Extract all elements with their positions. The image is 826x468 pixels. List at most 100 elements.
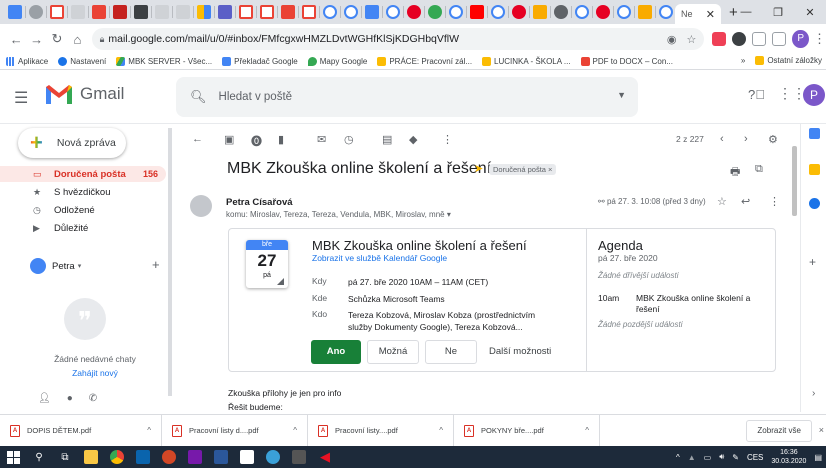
taskbar-word-icon[interactable] xyxy=(208,446,234,468)
tab-favicon-circle[interactable] xyxy=(428,5,442,19)
older-icon[interactable]: › xyxy=(744,133,748,145)
report-spam-icon[interactable]: ⓿ xyxy=(251,133,262,149)
taskbar-arrow-app-icon[interactable]: ◀ xyxy=(312,446,338,468)
forward-icon[interactable]: → xyxy=(26,32,46,47)
active-tab[interactable]: Ne ✕ xyxy=(675,4,721,24)
content-scrollbar[interactable] xyxy=(792,146,797,216)
taskbar-chrome-icon[interactable] xyxy=(104,446,130,468)
get-addons-plus-icon[interactable]: + xyxy=(809,255,816,269)
bookmark-settings[interactable]: Nastavení xyxy=(58,57,106,66)
account-avatar[interactable]: P xyxy=(803,84,825,106)
tab-favicon-minus[interactable] xyxy=(260,5,274,19)
rsvp-yes-button[interactable]: Ano xyxy=(311,340,361,364)
recipients-line[interactable]: komu: Miroslav, Tereza, Tereza, Vendula,… xyxy=(226,210,451,219)
archive-icon[interactable]: ▣ xyxy=(224,133,234,146)
phone-icon[interactable]: ✆ xyxy=(89,393,97,404)
tab-favicon-minus[interactable] xyxy=(239,5,253,19)
tab-favicon-pinterest[interactable] xyxy=(596,5,610,19)
bookmarks-more-icon[interactable]: » xyxy=(741,56,745,65)
show-all-downloads-button[interactable]: Zobrazit vše xyxy=(746,420,812,442)
site-info-icon[interactable]: ◉ xyxy=(667,33,677,46)
reload-icon[interactable]: ↻ xyxy=(47,31,67,47)
tab-close-icon[interactable]: ✕ xyxy=(706,8,715,21)
more-actions-icon[interactable]: ⋮ xyxy=(442,133,453,146)
lock-icon[interactable]: 🔒︎ xyxy=(100,34,105,45)
minimize-icon[interactable]: — xyxy=(730,6,762,18)
tab-favicon-google[interactable] xyxy=(449,5,463,19)
pen-icon[interactable]: ✎ xyxy=(732,453,739,462)
tab-favicon-minus[interactable] xyxy=(302,5,316,19)
bookmark-star-icon[interactable]: ☆ xyxy=(686,33,696,46)
snooze-icon[interactable]: ◷ xyxy=(344,133,354,146)
help-icon[interactable]: ?⃝ xyxy=(748,87,765,102)
move-to-icon[interactable]: ▤ xyxy=(382,133,392,146)
tab-favicon-pinterest[interactable] xyxy=(407,5,421,19)
volume-icon[interactable]: 🔊︎ xyxy=(719,452,724,462)
inbox-label-chip[interactable]: Doručená pošta × xyxy=(489,164,557,175)
expand-panel-icon[interactable]: › xyxy=(812,388,815,399)
download-item[interactable]: A Pracovní listy d....pdf ^ xyxy=(162,414,308,447)
search-options-icon[interactable]: ▼ xyxy=(617,90,626,100)
chevron-up-icon[interactable]: ^ xyxy=(439,426,443,435)
task-view-icon[interactable]: ⧉ xyxy=(52,446,78,468)
start-button[interactable] xyxy=(0,446,26,468)
chevron-up-icon[interactable]: ^ xyxy=(293,426,297,435)
search-bar[interactable]: 🔍︎ Hledat v poště ▼ xyxy=(176,77,638,117)
restore-icon[interactable]: ❐ xyxy=(762,6,794,19)
main-menu-icon[interactable]: ☰ xyxy=(14,88,28,108)
tab-favicon-google[interactable] xyxy=(323,5,337,19)
tab-favicon-google[interactable] xyxy=(575,5,589,19)
tab-favicon-hangouts[interactable] xyxy=(29,5,43,19)
view-in-calendar-link[interactable]: Zobrazit ve službě Kalendář Google xyxy=(312,253,447,263)
compose-button[interactable]: + Nová zpráva xyxy=(18,128,126,158)
tab-favicon-teams[interactable] xyxy=(218,5,232,19)
newer-icon[interactable]: ‹ xyxy=(720,133,724,145)
tab-favicon-docs[interactable] xyxy=(8,5,22,19)
download-item[interactable]: A DOPIS DĚTEM.pdf ^ xyxy=(0,414,162,447)
download-item[interactable]: A POKYNY bře....pdf ^ xyxy=(454,414,600,447)
tab-favicon-pinterest[interactable] xyxy=(512,5,526,19)
back-to-inbox-icon[interactable]: ← xyxy=(192,133,203,145)
taskbar-onenote-icon[interactable] xyxy=(182,446,208,468)
bookmark-lucinka[interactable]: LUCINKA - ŠKOLA ... xyxy=(482,57,571,66)
taskbar-calculator-icon[interactable] xyxy=(286,446,312,468)
sidebar-item-important[interactable]: ▶ Důležité xyxy=(0,220,170,236)
bookmark-translate[interactable]: Překladač Google xyxy=(222,57,298,66)
settings-gear-icon[interactable]: ⚙ xyxy=(768,133,778,146)
contacts-icon[interactable]: 👤︎ xyxy=(38,393,51,404)
delete-icon[interactable]: ▮ xyxy=(278,133,284,146)
more-options-button[interactable]: Další možnosti xyxy=(489,346,551,357)
agenda-event-title[interactable]: MBK Zkouška online školení a řešení xyxy=(636,293,766,315)
bookmark-prace[interactable]: PRÁCE: Pracovní zál... xyxy=(377,57,472,66)
tab-favicon-google[interactable] xyxy=(344,5,358,19)
battery-icon[interactable]: ▭ xyxy=(704,453,712,462)
tab-favicon-generic[interactable] xyxy=(71,5,85,19)
extension-pen-icon[interactable] xyxy=(772,32,787,46)
search-input[interactable]: Hledat v poště xyxy=(219,91,293,103)
important-marker-icon[interactable]: ➤ xyxy=(474,162,483,175)
print-icon[interactable]: 🖶︎ xyxy=(730,163,740,182)
chevron-up-icon[interactable]: ^ xyxy=(585,426,589,435)
tab-favicon-red[interactable] xyxy=(92,5,106,19)
start-new-chat-link[interactable]: Zahájit nový xyxy=(30,368,160,378)
bookmark-maps[interactable]: Mapy Google xyxy=(307,57,367,66)
sidebar-item-starred[interactable]: ★ S hvězdičkou xyxy=(0,184,170,200)
tab-favicon-google[interactable] xyxy=(617,5,631,19)
notifications-icon[interactable]: ▤ xyxy=(814,453,822,462)
message-more-icon[interactable]: ⋮ xyxy=(769,195,780,208)
tab-favicon-red[interactable] xyxy=(281,5,295,19)
tab-favicon-tiles[interactable] xyxy=(197,5,211,19)
extension-grid-icon[interactable] xyxy=(752,32,767,46)
tasks-addon-icon[interactable] xyxy=(809,198,820,209)
taskbar-app-icon[interactable] xyxy=(260,446,286,468)
tab-favicon-star[interactable] xyxy=(638,5,652,19)
tab-favicon-youtube[interactable] xyxy=(470,5,484,19)
tab-favicon-mail[interactable] xyxy=(365,5,379,19)
new-chat-plus-icon[interactable]: + xyxy=(152,257,160,272)
bookmark-mbk-server[interactable]: MBK SERVER - Všec... xyxy=(116,57,212,66)
taskbar-explorer-icon[interactable] xyxy=(78,446,104,468)
tab-favicon-gmail[interactable] xyxy=(50,5,64,19)
hangouts-icon[interactable]: ● xyxy=(67,393,73,404)
star-message-icon[interactable]: ☆ xyxy=(717,195,727,208)
bookmark-other[interactable]: Ostatní záložky xyxy=(755,56,822,65)
